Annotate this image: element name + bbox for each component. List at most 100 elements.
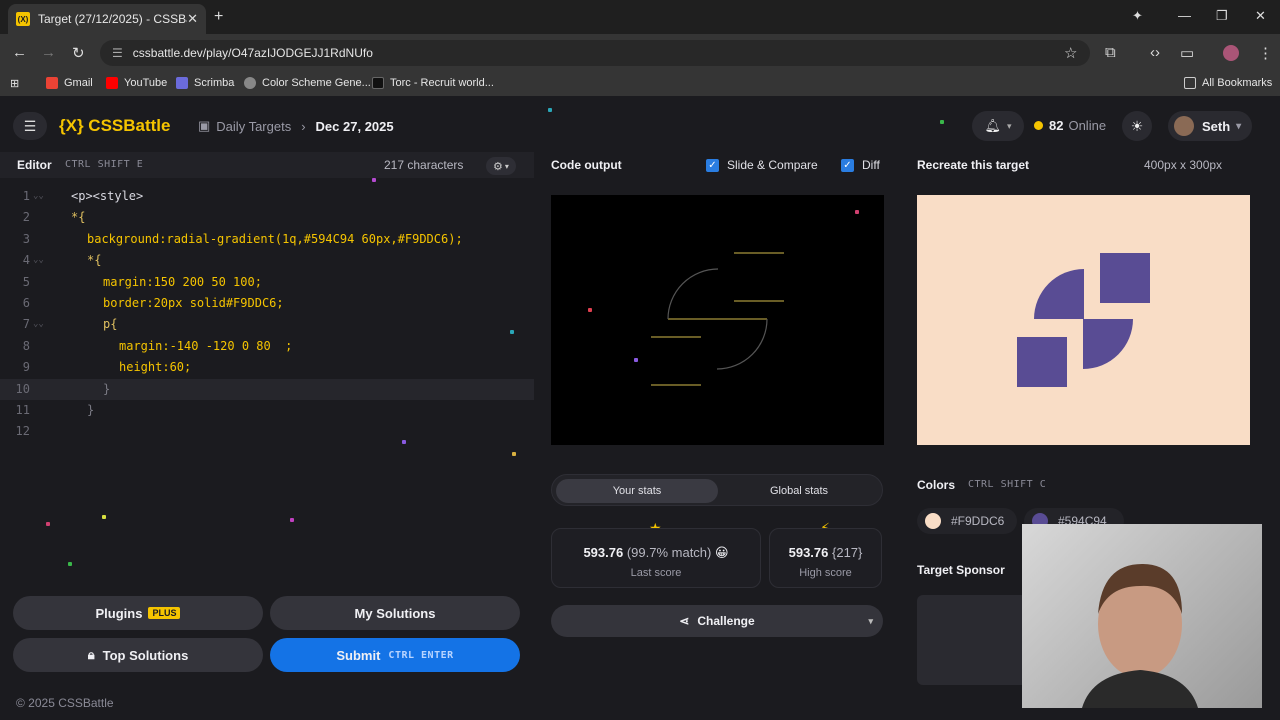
character-count: 217 characters bbox=[384, 158, 464, 172]
line-number: 3 bbox=[22, 231, 30, 246]
plugins-button[interactable]: Plugins PLUS bbox=[13, 596, 263, 630]
breadcrumb-daily-targets[interactable]: Daily Targets bbox=[216, 119, 291, 134]
submit-button[interactable]: Submit CTRL ENTER bbox=[270, 638, 520, 672]
line-number: 5 bbox=[22, 274, 30, 289]
browser-tab[interactable]: (X) Target (27/12/2025) - CSSBattle ✕ bbox=[8, 4, 206, 34]
reload-icon[interactable]: ↻ bbox=[72, 44, 85, 62]
challenge-button[interactable]: ⋖ Challenge ▾ bbox=[551, 605, 883, 637]
bookmarks-bar: ⊞ Gmail YouTube Scrimba Color Scheme Gen… bbox=[0, 72, 1280, 96]
address-bar[interactable]: ☰ cssbattle.dev/play/O47azIJODGEJJ1RdNUf… bbox=[100, 40, 1090, 66]
code-line[interactable]: 2 *{ bbox=[0, 207, 534, 228]
fold-chevron-icon[interactable]: ⌄⌄ bbox=[33, 314, 44, 335]
cast-icon[interactable]: ▭ bbox=[1180, 44, 1194, 62]
code-line[interactable]: 12 bbox=[0, 421, 534, 442]
bookmark-youtube[interactable]: YouTube bbox=[106, 77, 167, 89]
gemini-icon[interactable]: ✦ bbox=[1132, 8, 1143, 24]
site-info-icon[interactable]: ☰ bbox=[112, 46, 123, 60]
code-text: height:60; bbox=[119, 360, 192, 375]
code-line[interactable]: 11} bbox=[0, 400, 534, 421]
code-text: border:20px solid#F9DDC6; bbox=[103, 296, 284, 310]
globe-icon bbox=[244, 77, 256, 89]
minimize-icon[interactable]: — bbox=[1178, 8, 1191, 23]
online-indicator: 82 Online bbox=[1034, 118, 1106, 133]
sponsor-image[interactable] bbox=[917, 595, 1027, 685]
forward-icon[interactable]: → bbox=[41, 44, 56, 61]
scrimba-icon bbox=[176, 77, 188, 89]
hamburger-menu-icon[interactable]: ☰ bbox=[13, 112, 47, 140]
code-line[interactable]: 10} bbox=[0, 378, 534, 400]
plugins-label: Plugins bbox=[95, 605, 143, 621]
bookmark-star-icon[interactable]: ☆ bbox=[1064, 44, 1077, 62]
browser-menu-icon[interactable]: ⋮ bbox=[1258, 44, 1273, 62]
tab-your-stats[interactable]: Your stats bbox=[556, 479, 718, 503]
code-line[interactable]: 7 ⌄⌄ p{ bbox=[0, 314, 534, 335]
my-solutions-label: My Solutions bbox=[354, 605, 436, 621]
maximize-icon[interactable]: ❐ bbox=[1216, 8, 1228, 24]
checkmark-icon: ✓ bbox=[706, 158, 719, 172]
color-swatch-peach[interactable]: #F9DDC6 bbox=[917, 508, 1017, 534]
chevron-down-icon: ▾ bbox=[868, 615, 873, 626]
online-count: 82 bbox=[1049, 118, 1064, 133]
code-line[interactable]: 5 margin:150 200 50 100; bbox=[0, 272, 534, 293]
sponsor-title: Target Sponsor bbox=[917, 563, 1005, 577]
checkmark-icon: ✓ bbox=[841, 158, 854, 172]
youtube-icon bbox=[106, 77, 118, 89]
online-label: Online bbox=[1068, 118, 1107, 133]
slide-compare-label: Slide & Compare bbox=[727, 158, 818, 172]
devtools-icon[interactable]: ‹› bbox=[1150, 44, 1160, 61]
confetti-piece bbox=[548, 108, 552, 112]
bookmark-scrimba[interactable]: Scrimba bbox=[176, 77, 234, 89]
code-line[interactable]: 1 ⌄⌄ <p><style> bbox=[0, 186, 534, 207]
chevron-down-icon: ▾ bbox=[1236, 120, 1242, 132]
code-line[interactable]: 3 background:radial-gradient(1q,#594C94 6… bbox=[0, 229, 534, 250]
editor-settings-button[interactable]: ⚙ ▾ bbox=[486, 157, 516, 175]
colors-title: Colors bbox=[917, 478, 956, 492]
new-tab-icon[interactable]: + bbox=[214, 8, 223, 26]
last-score-match: (99.7% match) bbox=[626, 545, 712, 560]
close-tab-icon[interactable]: ✕ bbox=[187, 11, 198, 27]
line-number: 2 bbox=[22, 210, 30, 225]
fold-chevron-icon[interactable]: ⌄⌄ bbox=[33, 250, 44, 271]
confetti-piece bbox=[855, 210, 859, 214]
tab-global-stats[interactable]: Global stats bbox=[718, 479, 880, 503]
footer-copyright: © 2025 CSSBattle bbox=[16, 696, 114, 710]
bookmark-torc[interactable]: Torc - Recruit world... bbox=[372, 77, 494, 89]
color-hex: #F9DDC6 bbox=[951, 514, 1005, 528]
code-line[interactable]: 9 height:60; bbox=[0, 357, 534, 378]
top-solutions-button[interactable]: 🔒︎ Top Solutions bbox=[13, 638, 263, 672]
bookmark-color-scheme[interactable]: Color Scheme Gene... bbox=[244, 77, 371, 89]
last-score-label: Last score bbox=[630, 567, 682, 579]
target-shape bbox=[1017, 253, 1150, 387]
line-number: 8 bbox=[22, 338, 30, 353]
code-text: background:radial-gradient(1q,#594C94 60… bbox=[87, 231, 463, 246]
extensions-icon[interactable]: ⧉ bbox=[1105, 44, 1116, 61]
apps-icon[interactable]: ⊞ bbox=[10, 77, 19, 90]
code-line[interactable]: 4 ⌄⌄ *{ bbox=[0, 250, 534, 271]
cssbattle-logo[interactable]: {X} CSSBattle bbox=[59, 116, 170, 136]
user-menu[interactable]: Seth ▾ bbox=[1168, 111, 1252, 141]
confetti-piece bbox=[68, 562, 72, 566]
theme-toggle-button[interactable]: ☀ bbox=[1122, 111, 1152, 141]
code-text: } bbox=[103, 381, 111, 396]
profile-avatar[interactable] bbox=[1223, 45, 1239, 61]
fold-chevron-icon[interactable]: ⌄⌄ bbox=[33, 186, 44, 207]
bookmark-gmail[interactable]: Gmail bbox=[46, 77, 93, 89]
back-icon[interactable]: ← bbox=[12, 44, 27, 61]
notifications-button[interactable]: 🔔︎ ▾ bbox=[972, 111, 1024, 141]
chevron-right-icon: › bbox=[301, 118, 306, 134]
code-line[interactable]: 6 border:20px solid#F9DDC6; bbox=[0, 293, 534, 314]
webcam-overlay bbox=[1022, 524, 1262, 708]
slide-compare-checkbox[interactable]: ✓ Slide & Compare bbox=[706, 158, 818, 172]
target-image bbox=[917, 195, 1250, 445]
diff-checkbox[interactable]: ✓ Diff bbox=[841, 158, 880, 172]
my-solutions-button[interactable]: My Solutions bbox=[270, 596, 520, 630]
bookmark-label: All Bookmarks bbox=[1202, 77, 1273, 89]
all-bookmarks[interactable]: All Bookmarks bbox=[1184, 77, 1272, 89]
code-output-preview[interactable] bbox=[551, 195, 884, 445]
submit-shortcut: CTRL ENTER bbox=[388, 649, 454, 661]
last-score-card: 593.76 (99.7% match) 😀︎ Last score bbox=[551, 528, 761, 588]
close-window-icon[interactable]: ✕ bbox=[1255, 8, 1266, 24]
confetti-piece bbox=[634, 358, 638, 362]
gear-icon: ⚙ bbox=[493, 160, 503, 173]
code-line[interactable]: 8 margin:-140 -120 0 80 ; bbox=[0, 336, 534, 357]
